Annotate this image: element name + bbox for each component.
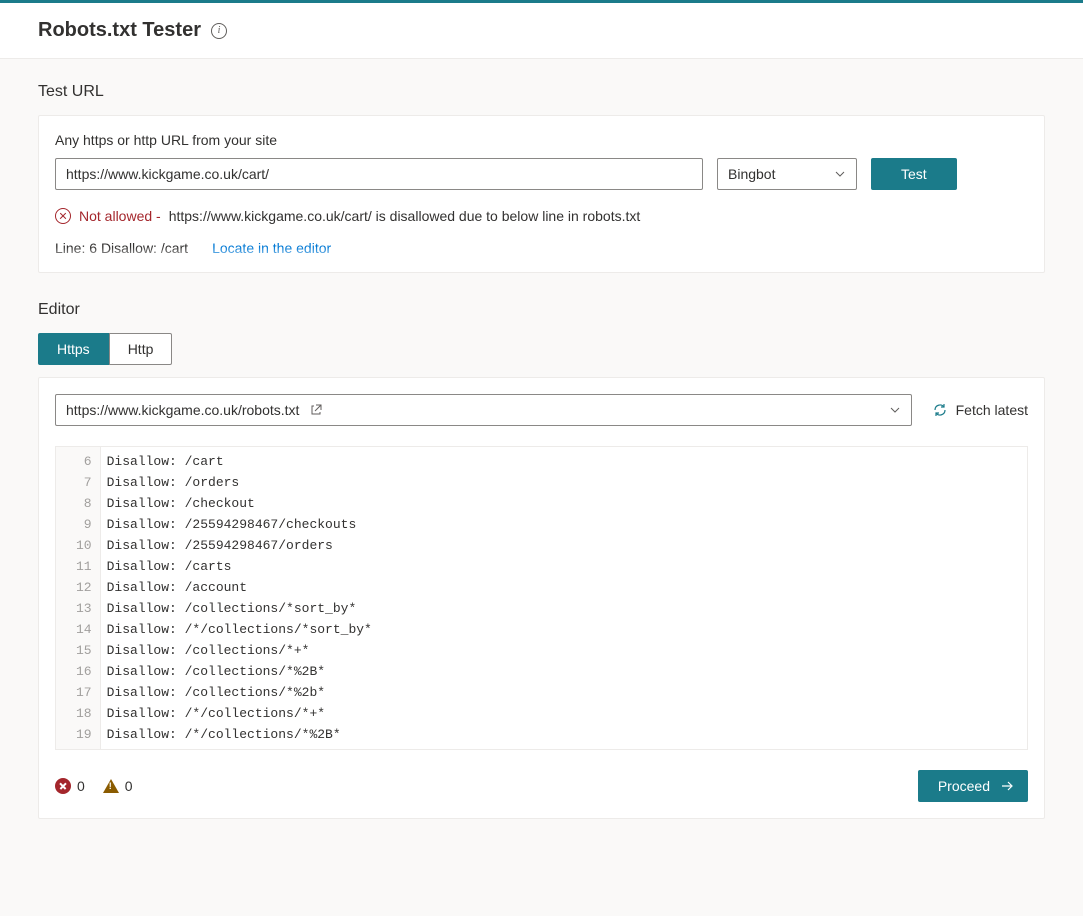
result-line: Not allowed - https://www.kickgame.co.uk…: [55, 208, 1028, 224]
warning-icon: [103, 779, 119, 793]
line-number: 12: [76, 577, 92, 598]
line-number: 13: [76, 598, 92, 619]
line-number-gutter: 678910111213141516171819: [56, 447, 101, 749]
page-title: Robots.txt Tester: [38, 19, 201, 42]
page-header: Robots.txt Tester i: [0, 3, 1083, 59]
tab-http[interactable]: Http: [109, 333, 173, 365]
line-number: 11: [76, 556, 92, 577]
test-button[interactable]: Test: [871, 158, 957, 190]
error-count: 0: [55, 778, 85, 794]
open-external-icon[interactable]: [309, 403, 323, 417]
code-line: Disallow: /checkout: [107, 493, 1021, 514]
code-content[interactable]: Disallow: /cartDisallow: /ordersDisallow…: [101, 447, 1027, 749]
detail-line-rule: Disallow: /cart: [101, 240, 188, 256]
code-line: Disallow: /collections/*+*: [107, 640, 1021, 661]
line-number: 7: [76, 472, 92, 493]
test-url-input[interactable]: [55, 158, 703, 190]
error-filled-icon: [55, 778, 71, 794]
editor-top-row: https://www.kickgame.co.uk/robots.txt: [55, 394, 1028, 426]
code-line: Disallow: /orders: [107, 472, 1021, 493]
error-count-value: 0: [77, 778, 85, 794]
test-card: Any https or http URL from your site Bin…: [38, 115, 1045, 273]
detail-line-prefix: Line: 6: [55, 240, 97, 256]
issue-counts: 0 0: [55, 778, 133, 794]
warning-count-value: 0: [125, 778, 133, 794]
fetch-latest-button[interactable]: Fetch latest: [932, 402, 1028, 418]
code-line: Disallow: /collections/*sort_by*: [107, 598, 1021, 619]
chevron-down-icon: [889, 404, 901, 416]
code-line: Disallow: /25594298467/orders: [107, 535, 1021, 556]
editor-section-label: Editor: [38, 301, 1045, 319]
code-line: Disallow: /cart: [107, 451, 1021, 472]
robots-url-select[interactable]: https://www.kickgame.co.uk/robots.txt: [55, 394, 912, 426]
bot-select[interactable]: Bingbot: [717, 158, 857, 190]
code-line: Disallow: /collections/*%2b*: [107, 682, 1021, 703]
chevron-down-icon: [834, 168, 846, 180]
url-field-label: Any https or http URL from your site: [55, 132, 1028, 148]
test-section-label: Test URL: [38, 83, 1045, 101]
fetch-latest-label: Fetch latest: [956, 402, 1028, 418]
code-line: Disallow: /*/collections/*%2B*: [107, 724, 1021, 745]
result-status: Not allowed -: [79, 208, 161, 224]
line-number: 18: [76, 703, 92, 724]
info-icon[interactable]: i: [211, 23, 227, 39]
line-number: 15: [76, 640, 92, 661]
robots-url-value: https://www.kickgame.co.uk/robots.txt: [66, 402, 299, 418]
tab-https[interactable]: Https: [38, 333, 109, 365]
line-number: 14: [76, 619, 92, 640]
proceed-label: Proceed: [938, 778, 990, 794]
code-line: Disallow: /account: [107, 577, 1021, 598]
detail-text: Line: 6 Disallow: /cart: [55, 240, 188, 256]
code-line: Disallow: /*/collections/*sort_by*: [107, 619, 1021, 640]
refresh-icon: [932, 402, 948, 418]
line-number: 10: [76, 535, 92, 556]
arrow-right-icon: [1000, 779, 1014, 793]
code-line: Disallow: /collections/*%2B*: [107, 661, 1021, 682]
line-number: 9: [76, 514, 92, 535]
warning-count: 0: [103, 778, 133, 794]
locate-in-editor-link[interactable]: Locate in the editor: [212, 240, 331, 256]
proceed-button[interactable]: Proceed: [918, 770, 1028, 802]
main-content: Test URL Any https or http URL from your…: [0, 59, 1083, 843]
result-message: https://www.kickgame.co.uk/cart/ is disa…: [169, 208, 641, 224]
line-number: 6: [76, 451, 92, 472]
editor-card: https://www.kickgame.co.uk/robots.txt: [38, 377, 1045, 819]
code-line: Disallow: /carts: [107, 556, 1021, 577]
line-number: 17: [76, 682, 92, 703]
bot-select-value: Bingbot: [728, 166, 775, 182]
editor-footer: 0 0 Proceed: [55, 770, 1028, 802]
line-number: 8: [76, 493, 92, 514]
protocol-tabs: Https Http: [38, 333, 172, 365]
test-input-row: Bingbot Test: [55, 158, 1028, 190]
code-line: Disallow: /*/collections/*+*: [107, 703, 1021, 724]
line-number: 16: [76, 661, 92, 682]
robots-editor[interactable]: 678910111213141516171819 Disallow: /cart…: [55, 446, 1028, 750]
error-icon: [55, 208, 71, 224]
code-line: Disallow: /25594298467/checkouts: [107, 514, 1021, 535]
detail-line: Line: 6 Disallow: /cart Locate in the ed…: [55, 240, 1028, 256]
line-number: 19: [76, 724, 92, 745]
